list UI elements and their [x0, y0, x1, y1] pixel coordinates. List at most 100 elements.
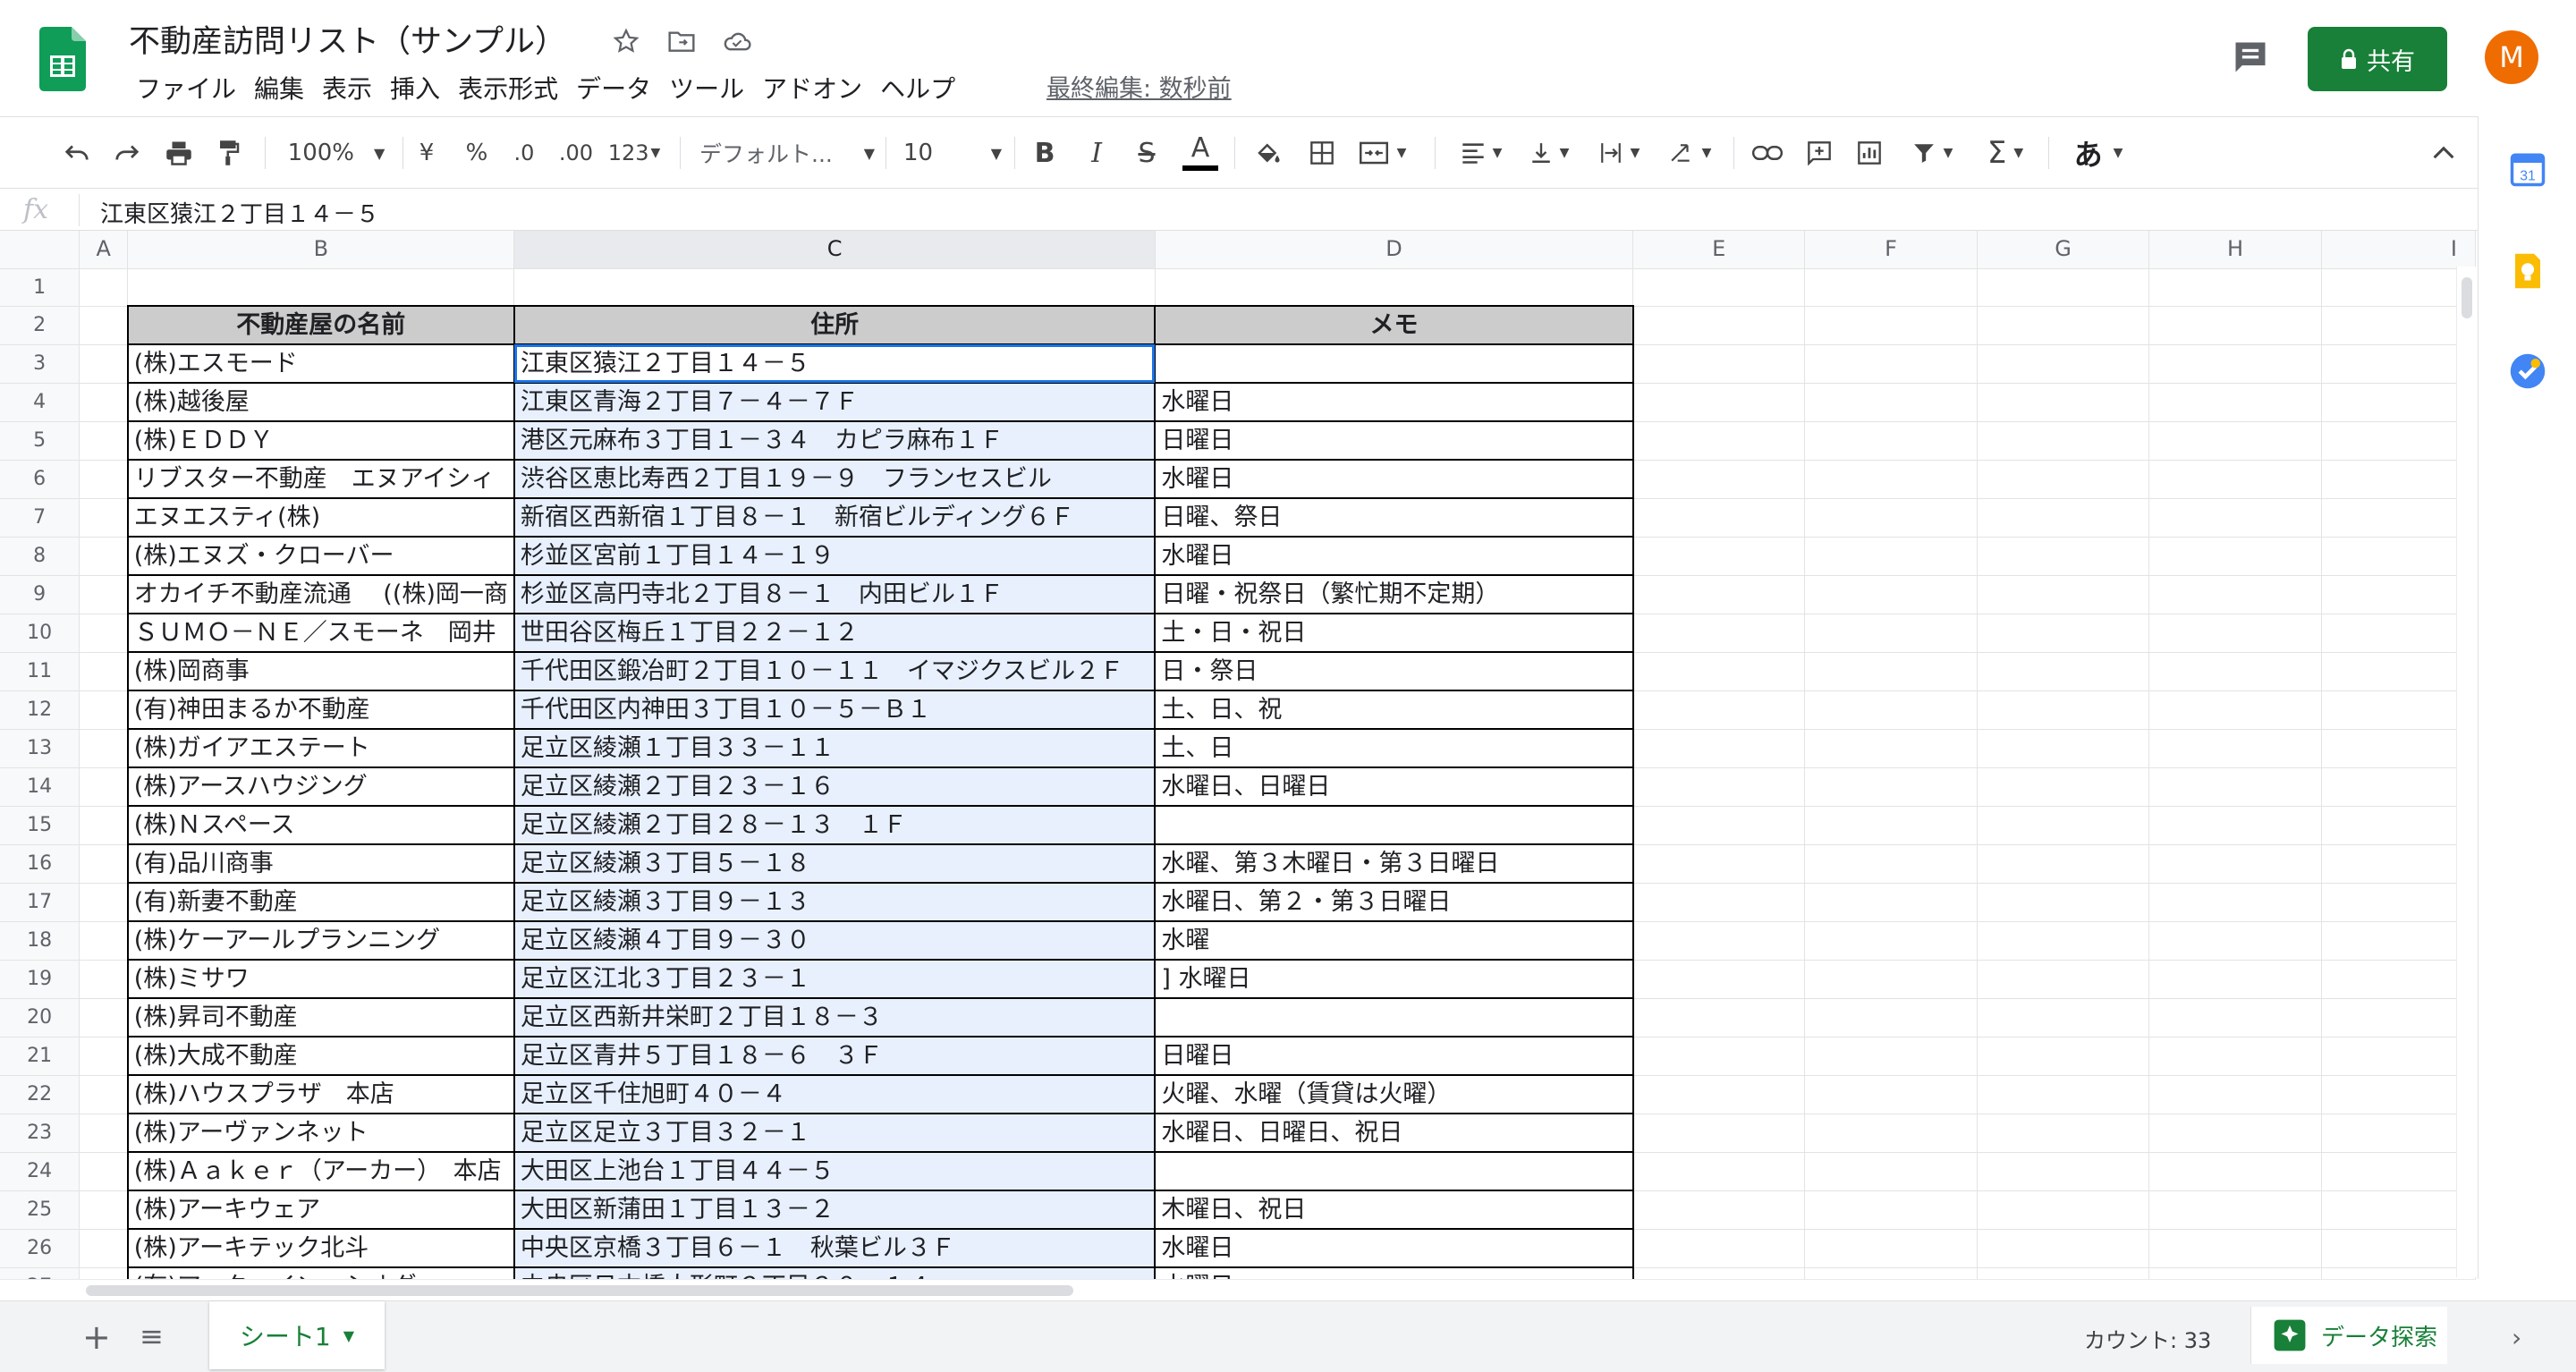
cell-address[interactable]: 足立区千住旭町４０－４ [513, 1074, 1157, 1114]
cell[interactable] [2148, 268, 2322, 307]
cell[interactable] [1804, 575, 1978, 614]
filter-icon[interactable]: ▼ [1903, 117, 1961, 189]
cell[interactable] [2321, 306, 2476, 345]
cell-agency-name[interactable]: (株)エスモード [126, 343, 515, 384]
cell-memo[interactable] [1154, 343, 1634, 384]
cell[interactable] [1977, 690, 2150, 730]
cell-memo[interactable]: 水曜日 [1154, 536, 1634, 576]
text-wrap-icon[interactable]: ▼ [1590, 117, 1648, 189]
cell-agency-name[interactable]: (株)Ｎスペース [126, 805, 515, 845]
cell[interactable] [1977, 537, 2150, 576]
cell[interactable] [2321, 344, 2476, 384]
cell-agency-name[interactable]: ＳＵＭＯ－ＮＥ／スモーネ 岡井 [126, 613, 515, 653]
sheet-tab[interactable]: シート1 ▼ [209, 1301, 385, 1369]
cell-agency-name[interactable]: (株)越後屋 [126, 382, 515, 422]
cell[interactable] [1977, 614, 2150, 653]
fill-color-icon[interactable] [1250, 117, 1286, 189]
cell-memo[interactable] [1154, 805, 1634, 845]
bold-button[interactable]: B [1029, 117, 1061, 189]
cell-address[interactable]: 中央区京橋３丁目６－１ 秋葉ビル３Ｆ [513, 1228, 1157, 1268]
cell[interactable] [79, 575, 129, 614]
more-formats-button[interactable]: 123 ▼ [605, 117, 664, 189]
cell-address[interactable]: 足立区綾瀬３丁目５－１８ [513, 843, 1157, 884]
cell[interactable] [2321, 1114, 2476, 1153]
cell[interactable] [2321, 883, 2476, 922]
cell[interactable] [1977, 1152, 2150, 1191]
cell-agency-name[interactable]: (株)ＥＤＤＹ [126, 420, 515, 461]
last-edit-link[interactable]: 最終編集: 数秒前 [1046, 72, 1232, 107]
row-header[interactable]: 7 [0, 498, 80, 538]
row-header[interactable]: 17 [0, 883, 80, 922]
font-size-select[interactable]: 10 ▼ [903, 117, 1002, 189]
strikethrough-button[interactable]: S [1131, 117, 1163, 189]
cell[interactable] [2321, 767, 2476, 807]
cell[interactable] [1632, 1229, 1806, 1268]
cell[interactable] [1632, 614, 1806, 653]
column-header-h[interactable]: H [2148, 231, 2322, 269]
cell[interactable] [79, 1229, 129, 1268]
cell[interactable] [2321, 652, 2476, 691]
cell[interactable] [1804, 1229, 1978, 1268]
cell-memo[interactable]: 水曜日 [1154, 382, 1634, 422]
cell[interactable] [1977, 844, 2150, 884]
cell-address[interactable]: 江東区青海２丁目７－４－７Ｆ [513, 382, 1157, 422]
cell[interactable] [1632, 1075, 1806, 1114]
cell-address[interactable]: 中央区日本橋人形町２丁目２０－１４ [513, 1266, 1157, 1279]
cell-address[interactable]: 港区元麻布３丁目１－３４ カピラ麻布１Ｆ [513, 420, 1157, 461]
cell[interactable] [1804, 268, 1978, 307]
cell[interactable] [1804, 614, 1978, 653]
cell[interactable] [2321, 806, 2476, 845]
cell[interactable] [1977, 1190, 2150, 1230]
align-left-icon[interactable]: ▼ [1453, 117, 1510, 189]
cell[interactable] [1632, 1114, 1806, 1153]
cell[interactable] [1632, 537, 1806, 576]
cell-agency-name[interactable]: (株)エヌズ・クローバー [126, 536, 515, 576]
cell[interactable] [1977, 729, 2150, 768]
cell-agency-name[interactable]: (株)アーキウェア [126, 1190, 515, 1230]
cell[interactable] [1632, 652, 1806, 691]
cell[interactable] [79, 652, 129, 691]
explore-button[interactable]: データ探索 [2250, 1307, 2447, 1364]
cell[interactable] [2321, 460, 2476, 499]
cell-address[interactable]: 杉並区宮前１丁目１４－１９ [513, 536, 1157, 576]
menu-file[interactable]: ファイル [127, 72, 245, 107]
cell-memo[interactable]: 水曜日 [1154, 1266, 1634, 1279]
cell[interactable] [1804, 1037, 1978, 1076]
cell-memo[interactable]: ] 水曜日 [1154, 959, 1634, 999]
cell-memo[interactable]: 水曜 [1154, 920, 1634, 961]
column-header-d[interactable]: D [1155, 231, 1634, 269]
insert-chart-icon[interactable] [1852, 117, 1887, 189]
cell-memo[interactable]: 土、日、祝 [1154, 690, 1634, 730]
cell-agency-name[interactable]: エヌエスティ(株) [126, 497, 515, 538]
cell-agency-name[interactable]: (有)品川商事 [126, 843, 515, 884]
cell[interactable] [1804, 1114, 1978, 1153]
cell[interactable] [79, 1152, 129, 1191]
row-header[interactable]: 14 [0, 767, 80, 807]
row-header[interactable]: 9 [0, 575, 80, 614]
cell-memo[interactable]: 水曜日、日曜日 [1154, 766, 1634, 807]
cell[interactable] [1632, 383, 1806, 422]
collapse-toolbar-icon[interactable] [2426, 117, 2462, 189]
cell[interactable] [1804, 806, 1978, 845]
cell-memo[interactable]: 日曜日 [1154, 1036, 1634, 1076]
cell[interactable] [1804, 460, 1978, 499]
borders-icon[interactable] [1304, 117, 1340, 189]
cloud-status-icon[interactable] [719, 23, 755, 59]
row-header[interactable]: 22 [0, 1075, 80, 1114]
cell-agency-name[interactable]: リブスター不動産 エヌアイシィ [126, 459, 515, 499]
cell-address[interactable]: 杉並区高円寺北２丁目８－１ 内田ビル１Ｆ [513, 574, 1157, 614]
cell[interactable] [1804, 767, 1978, 807]
cell-agency-name[interactable]: (株)大成不動産 [126, 1036, 515, 1076]
cell[interactable] [1804, 1075, 1978, 1114]
cell-memo[interactable]: 水曜日、日曜日、祝日 [1154, 1113, 1634, 1153]
column-header-c[interactable]: C [513, 231, 1156, 269]
undo-icon[interactable] [59, 117, 95, 189]
cell-memo[interactable]: 火曜、水曜（賃貸は火曜） [1154, 1074, 1634, 1114]
row-header[interactable]: 8 [0, 537, 80, 576]
cell[interactable] [2148, 729, 2322, 768]
star-icon[interactable] [608, 23, 644, 59]
cell[interactable] [1632, 767, 1806, 807]
row-header[interactable]: 25 [0, 1190, 80, 1230]
cell[interactable] [1977, 767, 2150, 807]
cell[interactable] [1632, 421, 1806, 461]
